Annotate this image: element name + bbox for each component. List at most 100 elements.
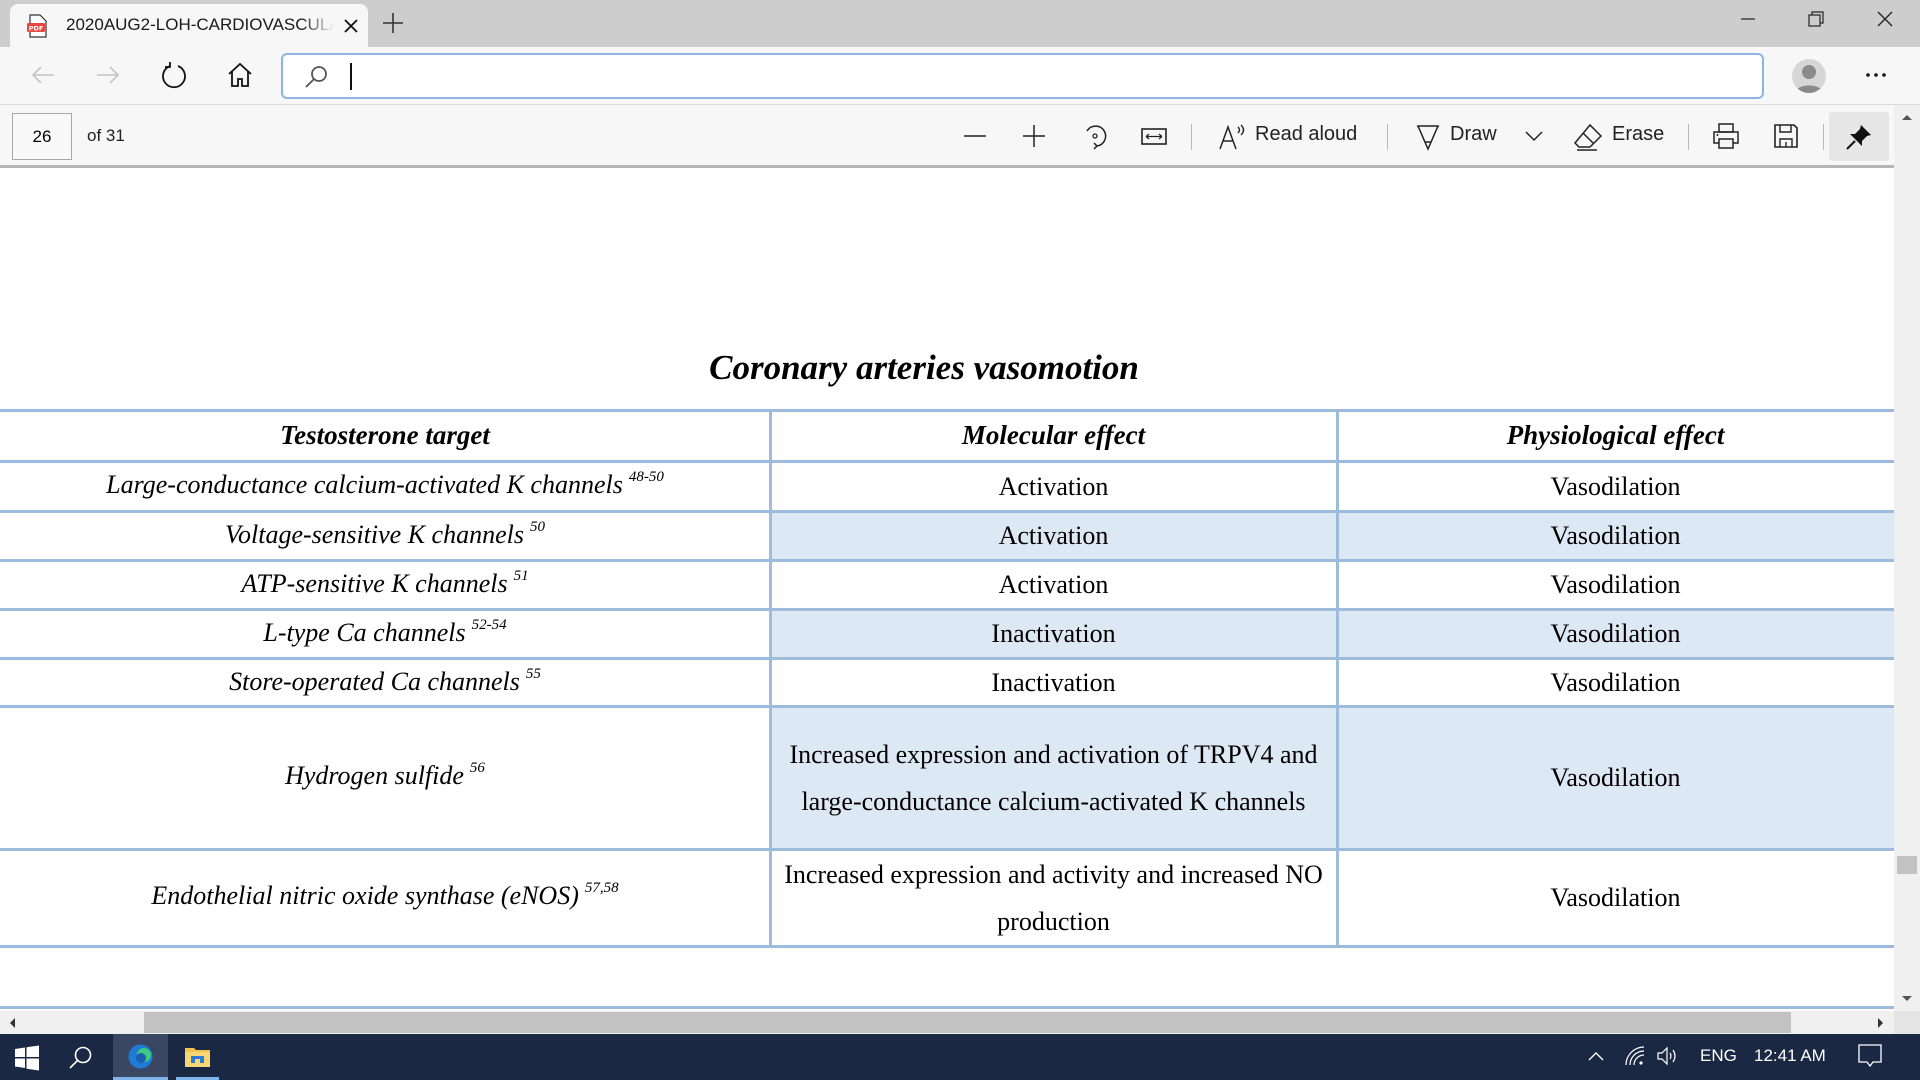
table-cell-molecular: Inactivation: [782, 658, 1325, 706]
table-cell-target: Endothelial nitric oxide synthase (eNOS)…: [0, 849, 770, 946]
forward-icon[interactable]: [93, 60, 123, 90]
table-row-border: [0, 657, 1894, 660]
scroll-down-arrow-icon[interactable]: [1901, 995, 1913, 1003]
table-title: Coronary arteries vasomotion: [709, 348, 1139, 387]
cell-text: Large-conductance calcium-activated K ch…: [106, 470, 623, 499]
cell-text: Store-operated Ca channels: [229, 667, 520, 696]
table-row-border: [0, 945, 1894, 948]
table-row-border: [0, 608, 1894, 611]
eraser-icon: [1573, 123, 1603, 151]
pdf-file-icon: PDF: [27, 14, 47, 38]
restore-icon[interactable]: [1800, 6, 1830, 32]
table-row-border: [0, 848, 1894, 851]
table-cell-physiological: Vasodilation: [1337, 461, 1894, 511]
table-cell-physiological: Vasodilation: [1337, 706, 1894, 849]
svg-text:PDF: PDF: [29, 25, 44, 33]
action-center-icon[interactable]: [1857, 1043, 1883, 1069]
search-taskbar-icon[interactable]: [68, 1045, 94, 1071]
print-icon[interactable]: [1711, 121, 1741, 151]
tab-pdf-document[interactable]: PDF 2020AUG2-LOH-CARDIOVASCULAR: [10, 4, 368, 48]
cell-text: ATP-sensitive K channels: [241, 569, 508, 598]
scroll-left-arrow-icon[interactable]: [8, 1017, 16, 1029]
volume-icon[interactable]: [1656, 1045, 1680, 1067]
table-cell-physiological: Vasodilation: [1337, 849, 1894, 946]
page-number-input[interactable]: [12, 113, 72, 160]
new-tab-icon[interactable]: [380, 10, 406, 36]
table-row-border: [0, 409, 1894, 412]
cell-text: Vasodilation: [1550, 570, 1681, 599]
cell-text: Activation: [998, 570, 1109, 599]
table-cell-physiological: Vasodilation: [1337, 560, 1894, 609]
pdf-page: Coronary arteries vasomotion Testosteron…: [0, 168, 1894, 1011]
table-cell-molecular: Activation: [782, 461, 1325, 511]
column-header: Physiological effect: [1506, 420, 1725, 450]
horizontal-scroll-thumb[interactable]: [144, 1012, 1791, 1033]
pin-toolbar-button[interactable]: [1829, 112, 1889, 161]
erase-button[interactable]: Erase: [1573, 118, 1665, 156]
address-bar[interactable]: [281, 53, 1764, 99]
back-icon[interactable]: [28, 60, 58, 90]
reference-superscript: 51: [513, 568, 529, 584]
cell-text: Vasodilation: [1550, 471, 1681, 501]
reference-superscript: 48-50: [628, 469, 664, 485]
address-input[interactable]: [347, 61, 1727, 91]
cell-text: Activation: [998, 471, 1109, 501]
reference-superscript: 57,58: [584, 879, 619, 896]
draw-options-chevron-icon[interactable]: [1519, 121, 1549, 151]
reference-superscript: 56: [469, 759, 485, 776]
column-header: Molecular effect: [961, 420, 1146, 450]
cell-text: Vasodilation: [1550, 667, 1681, 697]
close-tab-icon[interactable]: [340, 15, 362, 37]
cell-text: Vasodilation: [1550, 883, 1681, 912]
pin-icon: [1846, 125, 1871, 150]
cell-text: Increased expression and activity and in…: [784, 859, 1323, 936]
reference-superscript: 55: [525, 666, 541, 682]
search-icon: [305, 66, 327, 88]
clock[interactable]: 12:41 AM: [1754, 1046, 1826, 1066]
scroll-up-arrow-icon[interactable]: [1901, 113, 1913, 121]
zoom-out-icon[interactable]: [960, 121, 990, 151]
table-cell-molecular: Activation: [782, 560, 1325, 609]
windows-start-icon[interactable]: [14, 1045, 40, 1071]
toolbar-separator: [1823, 124, 1824, 150]
file-explorer-icon: [185, 1048, 210, 1067]
edge-browser-icon: [128, 1044, 153, 1069]
toolbar-separator: [1688, 124, 1689, 150]
cell-text: Inactivation: [991, 667, 1116, 697]
table-cell-physiological: Vasodilation: [1337, 609, 1894, 658]
cell-text: L-type Ca channels: [263, 618, 466, 647]
cell-text: Hydrogen sulfide: [285, 760, 464, 790]
draw-button[interactable]: Draw: [1414, 118, 1504, 156]
table-row-border: [0, 1006, 1894, 1009]
network-wifi-icon[interactable]: [1624, 1045, 1646, 1067]
show-hidden-icons-chevron-icon[interactable]: [1586, 1048, 1606, 1064]
close-window-icon[interactable]: [1870, 6, 1900, 32]
save-icon[interactable]: [1771, 121, 1801, 151]
vertical-scrollbar[interactable]: [1894, 105, 1920, 1034]
user-icon: [1795, 65, 1823, 93]
profile-avatar[interactable]: [1792, 59, 1826, 93]
read-aloud-button[interactable]: Read aloud: [1217, 118, 1362, 156]
toolbar-separator: [1191, 124, 1192, 150]
rotate-icon[interactable]: [1080, 121, 1110, 151]
refresh-icon[interactable]: [159, 60, 189, 90]
cell-text: Voltage-sensitive K channels: [225, 520, 524, 549]
minimize-icon[interactable]: [1733, 6, 1763, 32]
taskbar-edge-button[interactable]: [113, 1034, 168, 1080]
vertical-scroll-thumb[interactable]: [1897, 856, 1917, 874]
draw-label: Draw: [1450, 123, 1497, 145]
scroll-right-arrow-icon[interactable]: [1877, 1017, 1885, 1029]
home-icon[interactable]: [225, 60, 255, 90]
page-total: of 31: [87, 126, 125, 145]
fit-to-width-icon[interactable]: [1139, 121, 1169, 151]
zoom-in-icon[interactable]: [1019, 121, 1049, 151]
language-indicator[interactable]: ENG: [1700, 1046, 1737, 1066]
cell-text: Activation: [998, 521, 1109, 550]
more-options-icon[interactable]: [1861, 60, 1891, 90]
table-cell-target: Large-conductance calcium-activated K ch…: [0, 461, 770, 511]
table-column-border: [1336, 410, 1339, 946]
taskbar-file-explorer-button[interactable]: [176, 1034, 219, 1080]
table-column-border: [769, 410, 772, 946]
text-caret: [350, 63, 352, 90]
table-cell-physiological: Vasodilation: [1337, 511, 1894, 560]
